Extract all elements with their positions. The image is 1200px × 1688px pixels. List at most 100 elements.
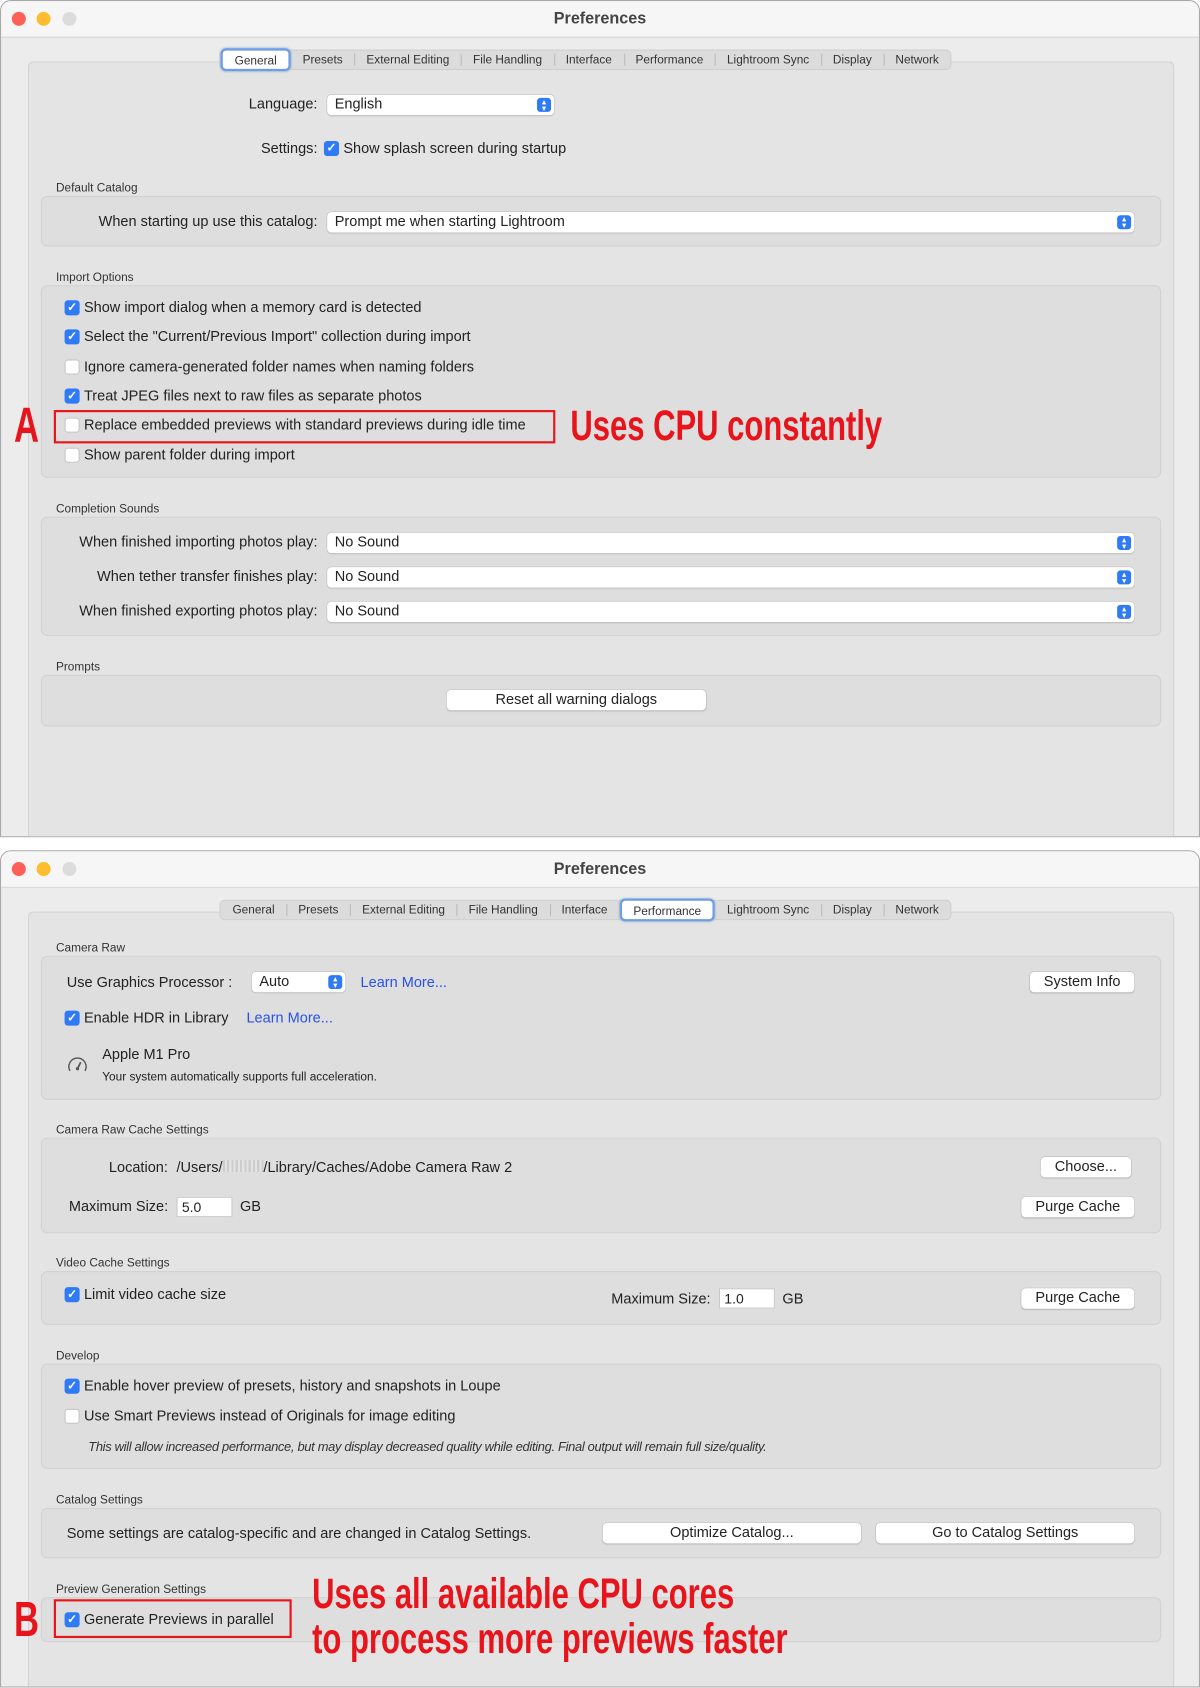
cache-max-size-input[interactable]: 5.0 [176,1196,233,1218]
smart-previews-note: This will allow increased performance, b… [88,1438,767,1454]
tab-display[interactable]: Display [821,901,884,919]
annotation-b-highlight [53,1599,292,1639]
preferences-window-performance: Preferences General Presets External Edi… [0,850,1200,1688]
import-option-label: Treat JPEG files next to raw files as se… [83,387,422,404]
section-camera-raw: Camera Raw [55,941,126,955]
location-suffix: /Library/Caches/Adobe Camera Raw 2 [263,1159,513,1176]
video-max-size-input[interactable]: 1.0 [718,1288,775,1309]
gauge-icon [68,1057,87,1072]
export-sound-select[interactable]: No Sound ▴ ▾ [327,601,1135,623]
section-video-cache: Video Cache Settings [55,1257,170,1270]
tab-general[interactable]: General [221,901,287,919]
section-prompts: Prompts [55,660,101,674]
tab-network[interactable]: Network [883,51,951,69]
go-to-catalog-settings-button[interactable]: Go to Catalog Settings [876,1522,1135,1544]
tab-external-editing[interactable]: External Editing [350,901,457,919]
tab-general[interactable]: General [220,48,291,72]
splash-checkbox[interactable]: ✓ [323,140,340,157]
ignore-folder-names-checkbox[interactable] [64,359,80,375]
window-title: Preferences [553,9,647,28]
cache-unit: GB [239,1197,262,1214]
tab-external-editing[interactable]: External Editing [354,51,462,69]
gpu-learn-more-link[interactable]: Learn More... [361,974,447,990]
language-select[interactable]: English ▴ ▾ [327,94,555,116]
import-option-label: Show import dialog when a memory card is… [83,299,422,316]
import-option-label: Ignore camera-generated folder names whe… [83,358,475,375]
import-sound-select[interactable]: No Sound ▴ ▾ [327,532,1135,554]
tab-presets[interactable]: Presets [286,901,350,919]
section-completion-sounds: Completion Sounds [55,502,160,516]
location-prefix: /Users/ [176,1159,223,1176]
hover-preview-label: Enable hover preview of presets, history… [83,1377,501,1394]
gpu-value: Auto [259,972,290,990]
gpu-select[interactable]: Auto ▴ ▾ [251,971,346,993]
chevron-updown-icon: ▴ ▾ [1117,215,1132,230]
purge-cache-button[interactable]: Purge Cache [1021,1196,1135,1218]
gpu-label: Use Graphics Processor : [66,973,233,991]
import-dialog-checkbox[interactable]: ✓ [64,300,80,316]
purge-video-cache-button[interactable]: Purge Cache [1021,1288,1135,1309]
sound-label: When finished importing photos play: [79,533,318,550]
limit-video-cache-checkbox[interactable]: ✓ [64,1287,80,1303]
window-title: Preferences [553,859,647,879]
tab-bar: General Presets External Editing File Ha… [219,48,952,72]
settings-label: Settings: [260,139,318,157]
tab-presets[interactable]: Presets [291,51,355,69]
system-info-button[interactable]: System Info [1029,971,1135,993]
chevron-updown-icon: ▴ ▾ [1117,570,1132,585]
hdr-learn-more-link[interactable]: Learn More... [246,1010,332,1026]
sound-value: No Sound [334,602,400,619]
annotation-a-text: Uses CPU constantly [570,402,883,450]
catalog-value: Prompt me when starting Lightroom [334,213,565,230]
tab-lightroom-sync[interactable]: Lightroom Sync [715,901,821,919]
choose-location-button[interactable]: Choose... [1040,1156,1132,1178]
hdr-label: Enable HDR in Library [83,1009,229,1026]
current-import-checkbox[interactable]: ✓ [64,329,80,345]
hdr-checkbox[interactable]: ✓ [64,1010,80,1026]
language-label: Language: [248,95,318,112]
annotation-b-letter: B [13,1590,40,1647]
import-option-label: Show parent folder during import [83,446,295,463]
sound-label: When finished exporting photos play: [79,602,318,619]
hover-preview-checkbox[interactable]: ✓ [64,1378,80,1394]
reset-warnings-button[interactable]: Reset all warning dialogs [446,689,707,711]
language-value: English [334,95,383,112]
tab-performance[interactable]: Performance [619,898,716,922]
chevron-updown-icon: ▴ ▾ [537,97,552,112]
section-import-options: Import Options [55,271,134,285]
chevron-updown-icon: ▴ ▾ [1117,535,1132,550]
video-max-label: Maximum Size: [611,1290,711,1307]
tab-network[interactable]: Network [883,901,951,919]
tab-performance[interactable]: Performance [623,51,715,69]
tab-bar: General Presets External Editing File Ha… [219,898,952,922]
section-preview-generation: Preview Generation Settings [55,1583,207,1597]
optimize-catalog-button[interactable]: Optimize Catalog... [602,1522,861,1544]
annotation-a-letter: A [13,396,40,453]
tab-file-handling[interactable]: File Handling [456,901,550,919]
tab-file-handling[interactable]: File Handling [461,51,554,69]
catalog-label: When starting up use this catalog: [98,213,318,230]
show-parent-folder-checkbox[interactable] [64,447,80,463]
sound-value: No Sound [334,533,400,550]
redacted-username [222,1160,264,1173]
section-cache: Camera Raw Cache Settings [55,1123,209,1137]
limit-video-cache-label: Limit video cache size [83,1286,227,1303]
import-option-label: Select the "Current/Previous Import" col… [83,328,471,345]
splash-label: Show splash screen during startup [343,139,567,157]
smart-previews-checkbox[interactable] [64,1408,80,1424]
video-unit: GB [782,1290,804,1307]
preferences-window-general: Preferences General Presets External Edi… [0,0,1200,838]
catalog-select[interactable]: Prompt me when starting Lightroom ▴ ▾ [327,212,1135,233]
smart-previews-label: Use Smart Previews instead of Originals … [83,1407,456,1424]
gpu-note: Your system automatically supports full … [102,1070,377,1084]
sound-label: When tether transfer finishes play: [97,568,318,585]
sound-value: No Sound [334,568,400,585]
tab-interface[interactable]: Interface [553,51,624,69]
jpeg-separate-checkbox[interactable]: ✓ [64,388,80,404]
tab-display[interactable]: Display [821,51,884,69]
tether-sound-select[interactable]: No Sound ▴ ▾ [327,567,1135,588]
tab-interface[interactable]: Interface [549,901,620,919]
catalog-note: Some settings are catalog-specific and a… [66,1525,532,1542]
tab-lightroom-sync[interactable]: Lightroom Sync [715,51,821,69]
annotation-b-line2: to process more previews faster [312,1615,788,1663]
